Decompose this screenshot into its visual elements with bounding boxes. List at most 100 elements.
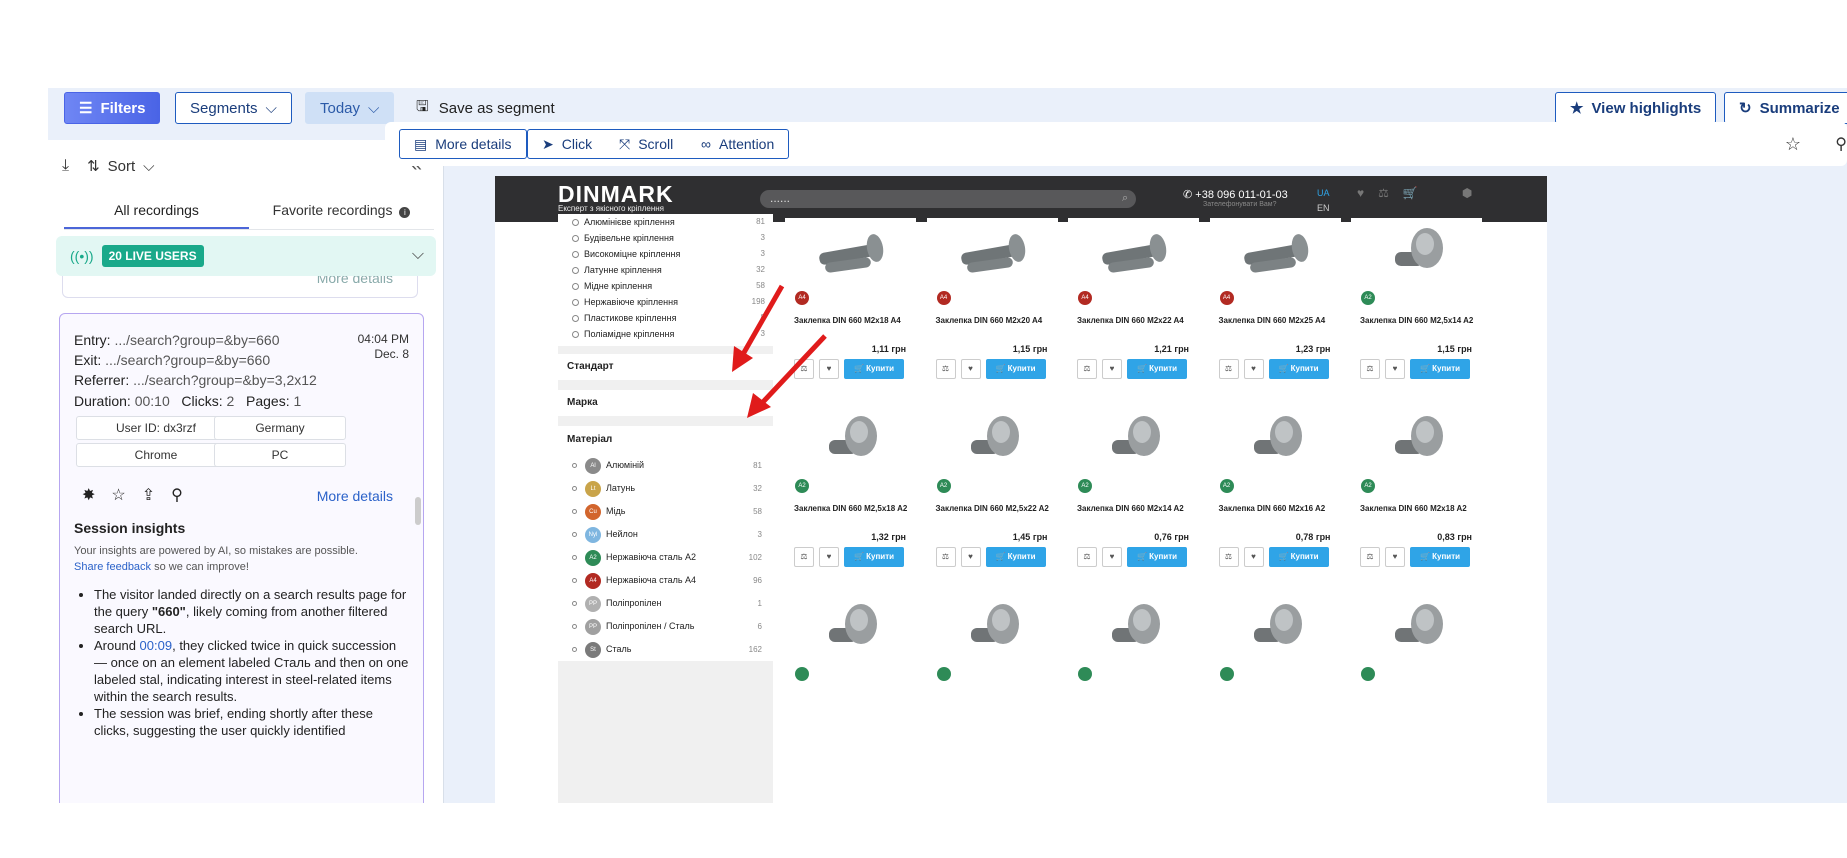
search-icon[interactable]: ⌕: [1122, 192, 1128, 205]
view-highlights-button[interactable]: ★ View highlights: [1555, 92, 1717, 124]
heart-icon[interactable]: ♥: [1385, 547, 1405, 567]
product-name[interactable]: Заклепка DIN 660 M2,5x18 A2: [794, 504, 907, 513]
product-name[interactable]: Заклепка DIN 660 M2x18 A4: [794, 316, 901, 325]
compare-icon[interactable]: ⚖: [794, 359, 814, 379]
product-card[interactable]: [1068, 594, 1199, 694]
category-item[interactable]: Будівельне кріплення 3: [566, 230, 765, 246]
heart-icon[interactable]: ♥: [819, 359, 839, 379]
scrollbar-thumb[interactable]: [415, 497, 421, 525]
compare-icon[interactable]: ⚖: [1077, 359, 1097, 379]
category-item[interactable]: Мідне кріплення 58: [566, 278, 765, 294]
chevron-down-icon[interactable]: ⌵: [412, 246, 424, 264]
buy-button[interactable]: 🛒 Купити: [985, 547, 1046, 567]
material-item[interactable]: PP Поліпропілен 1: [558, 592, 773, 615]
user-id-chip[interactable]: User ID: dx3rzf: [76, 416, 236, 440]
product-name[interactable]: Заклепка DIN 660 M2x18 A2: [1360, 504, 1467, 513]
heart-icon[interactable]: ♥: [1243, 359, 1264, 379]
radio-icon[interactable]: [572, 486, 577, 491]
category-item[interactable]: Високоміцне кріплення 3: [566, 246, 765, 262]
product-card[interactable]: A4 Заклепка DIN 660 M2x20 A4 1,15 грн ⚖ ♥ 🛒 К…: [926, 218, 1058, 396]
product-name[interactable]: Заклепка DIN 660 M2,5x22 A2: [936, 504, 1049, 513]
click-heatmap-button[interactable]: ➤ Click: [527, 129, 608, 159]
heart-icon[interactable]: ♥: [1102, 359, 1122, 379]
material-item[interactable]: A2 Нержавіюча сталь A2 102: [558, 546, 773, 569]
facet-material[interactable]: Матеріал: [558, 426, 773, 454]
radio-icon[interactable]: [572, 555, 577, 560]
rivet-image[interactable]: [1381, 414, 1453, 472]
radio-icon[interactable]: [572, 647, 577, 652]
scroll-heatmap-button[interactable]: ⤧ Scroll: [605, 129, 689, 159]
product-card[interactable]: A2 Заклепка DIN 660 M2x16 A2 0,78 грн ⚖ ♥ 🛒 К…: [1209, 406, 1341, 584]
compare-icon[interactable]: ⚖: [1360, 359, 1380, 379]
material-item[interactable]: Cu Мідь 58: [558, 500, 773, 523]
sparkle-chat-icon[interactable]: ✸: [82, 485, 95, 505]
buy-button[interactable]: 🛒 Купити: [1410, 547, 1470, 567]
more-details-link[interactable]: More details: [317, 488, 393, 504]
buy-button[interactable]: 🛒 Купити: [1268, 359, 1329, 379]
product-name[interactable]: Заклепка DIN 660 M2x14 A2: [1077, 504, 1184, 513]
product-card[interactable]: A2 Заклепка DIN 660 M2,5x22 A2 1,45 грн ⚖ ♥ 🛒…: [926, 406, 1058, 584]
product-card[interactable]: A2 Заклепка DIN 660 M2x18 A2 0,83 грн ⚖ ♥ 🛒 К…: [1351, 406, 1482, 584]
share-feedback-link[interactable]: Share feedback: [74, 561, 151, 573]
product-name[interactable]: Заклепка DIN 660 M2x20 A4: [936, 316, 1043, 325]
pin-icon[interactable]: ⚲: [1835, 134, 1847, 154]
share-icon[interactable]: ⇪: [142, 485, 155, 505]
previous-recording-card[interactable]: More details: [62, 276, 418, 298]
more-details-link[interactable]: More details: [317, 276, 393, 286]
product-name[interactable]: Заклепка DIN 660 M2,5x14 A2: [1360, 316, 1473, 325]
material-item[interactable]: Al Алюміній 81: [558, 454, 773, 477]
live-users-bar[interactable]: ((•)) 20 LIVE USERS ⌵: [56, 236, 436, 276]
date-range-dropdown[interactable]: Today ⌵: [305, 92, 395, 124]
category-item[interactable]: Пластикове кріплення 8: [566, 310, 765, 326]
heart-icon[interactable]: ♥: [1243, 547, 1264, 567]
product-card[interactable]: [1209, 594, 1341, 694]
rivet-image[interactable]: [1240, 602, 1312, 660]
heart-icon[interactable]: ♥: [1357, 186, 1364, 200]
product-card[interactable]: A4 Заклепка DIN 660 M2x18 A4 1,11 грн ⚖ ♥ 🛒 К…: [785, 218, 916, 396]
lang-en-link[interactable]: EN: [1317, 203, 1330, 213]
cart-icon[interactable]: 🛒: [1403, 186, 1418, 200]
product-card[interactable]: A2 Заклепка DIN 660 M2x14 A2 0,76 грн ⚖ ♥ 🛒 К…: [1068, 406, 1199, 584]
rivet-image[interactable]: [815, 414, 887, 472]
compare-icon[interactable]: ⚖: [935, 359, 956, 379]
site-search-input[interactable]: ......: [760, 190, 1136, 208]
category-item[interactable]: Алюмінієве кріплення 81: [566, 214, 765, 230]
radio-icon[interactable]: [572, 624, 577, 629]
recording-card[interactable]: Entry: .../search?group=&by=660 04:04 PM…: [59, 313, 424, 803]
rivet-image[interactable]: [957, 602, 1029, 660]
lang-ua-link[interactable]: UA: [1317, 188, 1330, 198]
product-name[interactable]: Заклепка DIN 660 M2x22 A4: [1077, 316, 1184, 325]
insight-timestamp-link[interactable]: 00:09: [140, 638, 173, 653]
heart-icon[interactable]: ♥: [1385, 359, 1405, 379]
more-details-button[interactable]: ▤ More details: [399, 129, 527, 159]
heart-icon[interactable]: ♥: [960, 547, 981, 567]
country-chip[interactable]: Germany: [214, 416, 346, 440]
product-card[interactable]: [1351, 594, 1482, 694]
product-card[interactable]: [785, 594, 916, 694]
buy-button[interactable]: 🛒 Купити: [844, 359, 904, 379]
product-card[interactable]: A4 Заклепка DIN 660 M2x25 A4 1,23 грн ⚖ ♥ 🛒 К…: [1209, 218, 1341, 396]
rivet-image[interactable]: [1098, 602, 1170, 660]
site-phone[interactable]: ✆ +38 096 011-01-03: [1183, 188, 1288, 201]
rivet-image[interactable]: [1240, 414, 1312, 472]
facet-brand[interactable]: Марка: [558, 390, 773, 416]
heart-icon[interactable]: ♥: [960, 359, 981, 379]
buy-button[interactable]: 🛒 Купити: [1268, 547, 1329, 567]
summarize-button[interactable]: ↻ Summarize: [1724, 92, 1847, 124]
radio-icon[interactable]: [572, 463, 577, 468]
category-item[interactable]: Латунне кріплення 32: [566, 262, 765, 278]
material-item[interactable]: Lt Латунь 32: [558, 477, 773, 500]
heart-icon[interactable]: ♥: [819, 547, 839, 567]
site-logo[interactable]: DINMARK: [558, 182, 674, 206]
radio-icon[interactable]: [572, 509, 577, 514]
rivet-image[interactable]: [815, 226, 887, 284]
product-card[interactable]: A2 Заклепка DIN 660 M2,5x14 A2 1,15 грн ⚖ ♥ 🛒…: [1351, 218, 1482, 396]
material-item[interactable]: PP Поліпропілен / Сталь 6: [558, 615, 773, 638]
rivet-image[interactable]: [957, 226, 1029, 284]
segments-dropdown[interactable]: Segments ⌵: [175, 92, 292, 124]
account-icon[interactable]: ⬢: [1462, 186, 1472, 200]
compare-icon[interactable]: ⚖: [794, 547, 814, 567]
rivet-image[interactable]: [1381, 226, 1453, 284]
product-name[interactable]: Заклепка DIN 660 M2x25 A4: [1219, 316, 1326, 325]
rivet-image[interactable]: [1240, 226, 1312, 284]
